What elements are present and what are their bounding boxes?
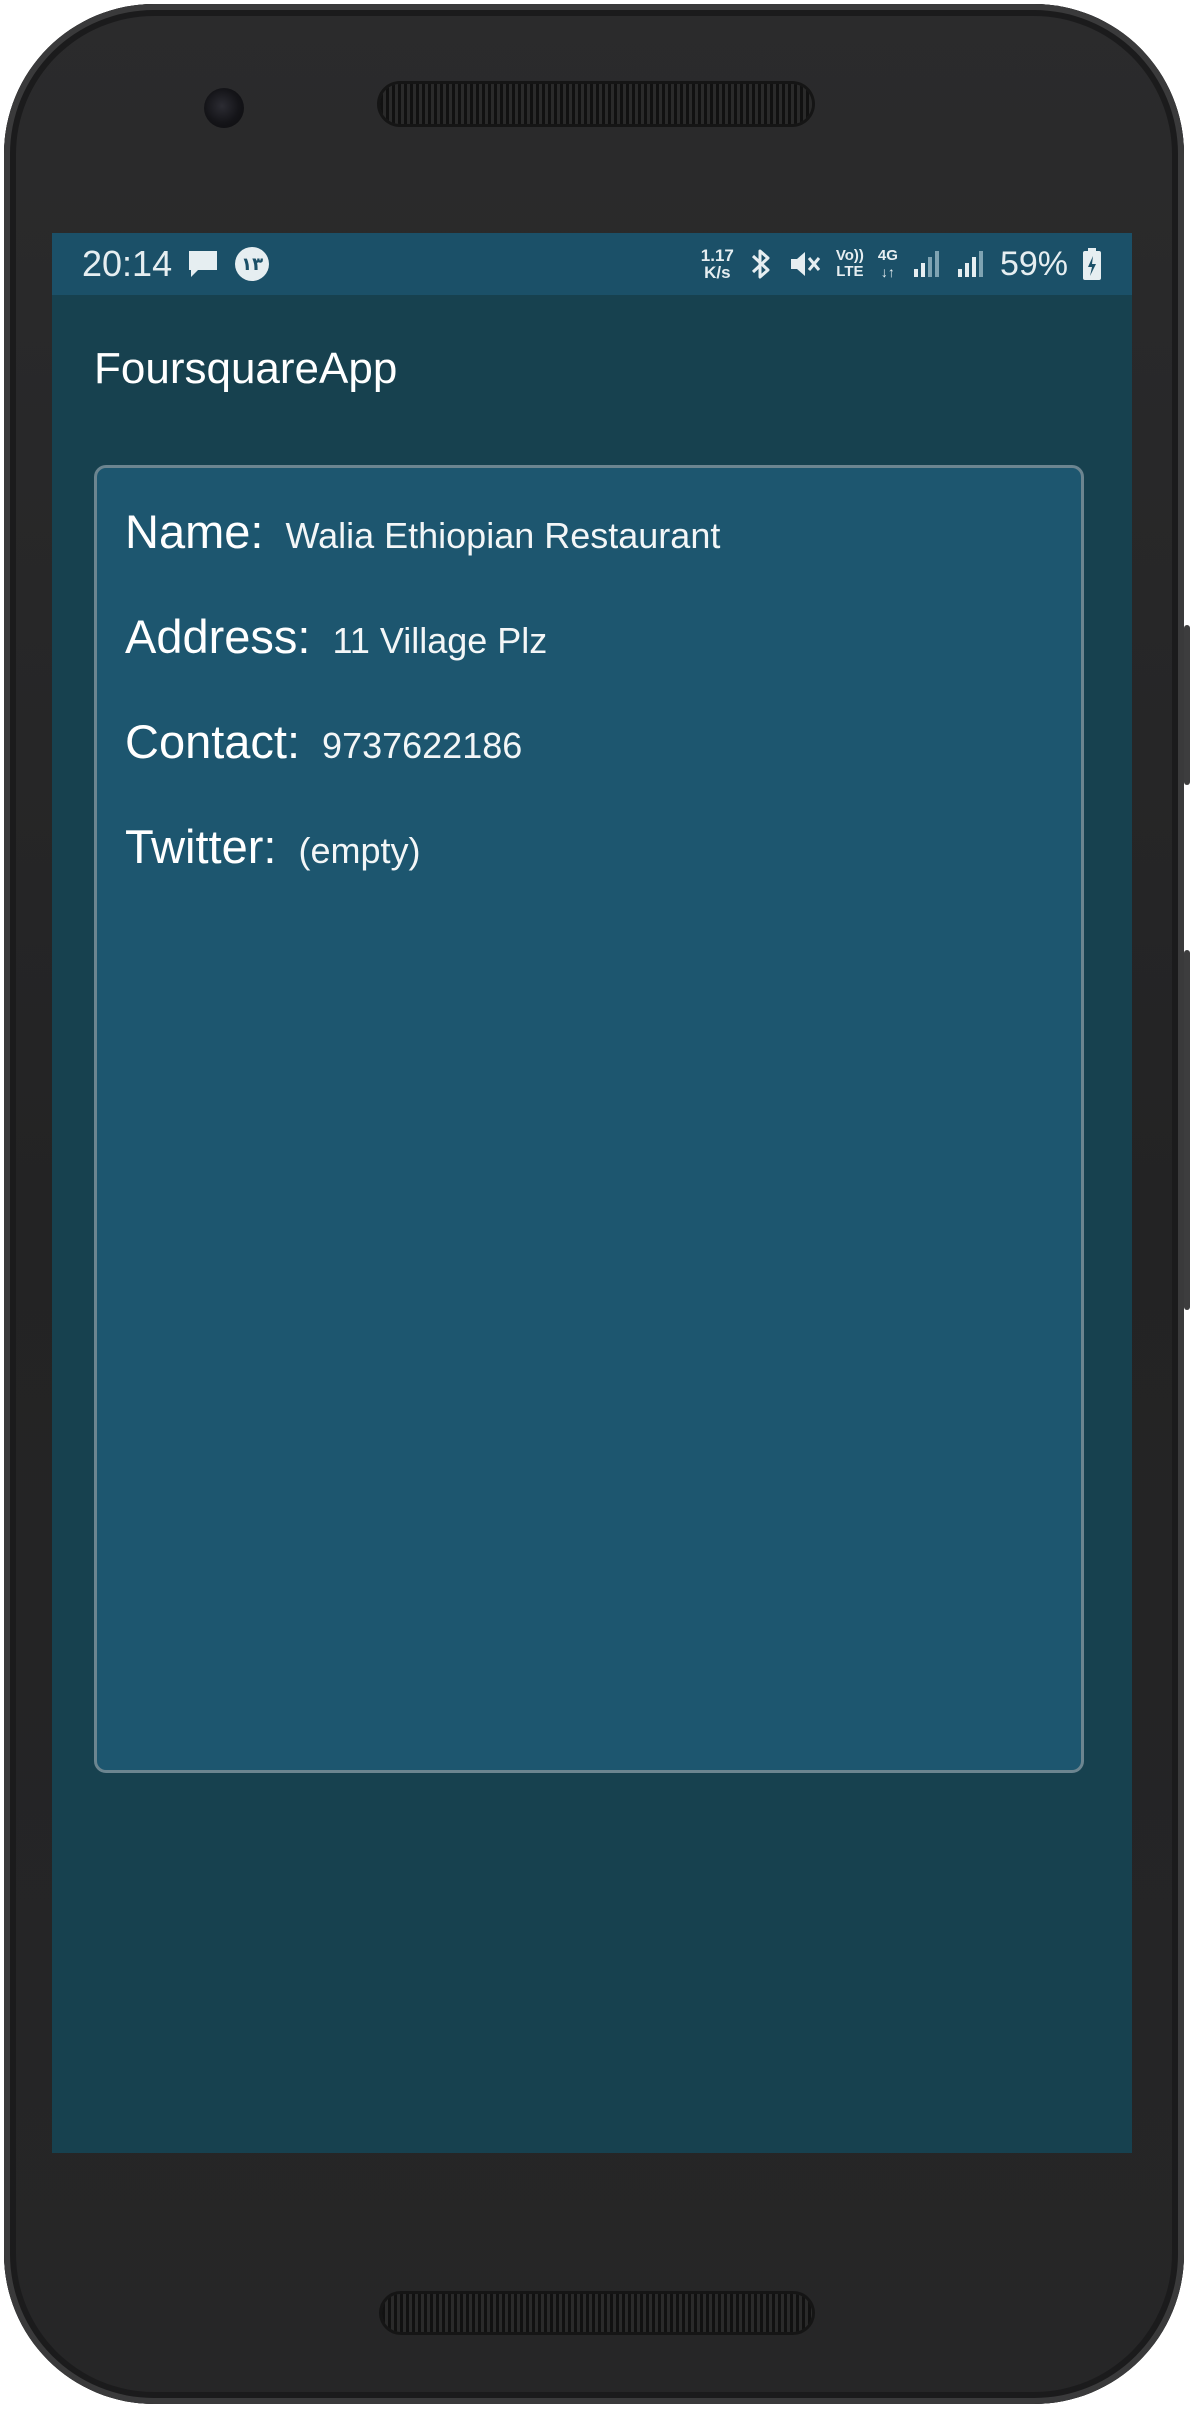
name-label: Name: [125, 505, 264, 558]
contact-row: Contact: 9737622186 [125, 714, 1081, 819]
name-row: Name: Walia Ethiopian Restaurant [125, 504, 1081, 609]
front-camera [204, 88, 244, 128]
venue-details-card: Name: Walia Ethiopian Restaurant Address… [94, 465, 1084, 1773]
net-speed: 1.17 K/s [701, 247, 734, 281]
twitter-label: Twitter: [125, 820, 277, 873]
bottom-speaker [382, 2294, 812, 2332]
volume-button [1184, 950, 1190, 1310]
battery-percent: 59% [999, 244, 1068, 283]
contact-label: Contact: [125, 715, 301, 768]
earpiece-speaker [380, 84, 812, 124]
mute-icon [788, 248, 822, 280]
signal-icon [912, 249, 942, 279]
battery-charging-icon [1082, 247, 1102, 281]
address-row: Address: 11 Village Plz [125, 609, 1081, 714]
bluetooth-icon [748, 247, 774, 281]
data-4g-icon: 4G ↓↑ [877, 247, 898, 281]
contact-value: 9737622186 [322, 725, 523, 766]
net-speed-value: 1.17 [700, 246, 734, 265]
message-icon [186, 248, 220, 280]
signal-icon [956, 249, 986, 279]
app-title: FoursquareApp [94, 344, 398, 393]
notification-badge-text: ١٣ [241, 254, 264, 274]
twitter-value: (empty) [298, 830, 421, 871]
twitter-row: Twitter: (empty) [125, 819, 1081, 924]
status-bar: 20:14 ١٣ 1.17 K/s Vo)) LTE 4G ↓↑ 59% [52, 233, 1132, 295]
name-value: Walia Ethiopian Restaurant [285, 515, 721, 556]
app-toolbar: FoursquareApp [52, 295, 1132, 443]
net-speed-unit: K/s [704, 263, 731, 282]
network-type: 4G [877, 247, 898, 264]
address-label: Address: [125, 610, 311, 663]
status-time: 20:14 [82, 243, 173, 284]
power-button [1184, 625, 1190, 785]
volte-bottom: LTE [836, 263, 864, 280]
volte-icon: Vo)) LTE [836, 248, 864, 280]
app-notification-icon: ١٣ [234, 246, 270, 282]
app-screen: 20:14 ١٣ 1.17 K/s Vo)) LTE 4G ↓↑ 59% Fou… [52, 233, 1132, 2153]
volte-top: Vo)) [835, 247, 864, 264]
address-value: 11 Village Plz [332, 620, 548, 661]
